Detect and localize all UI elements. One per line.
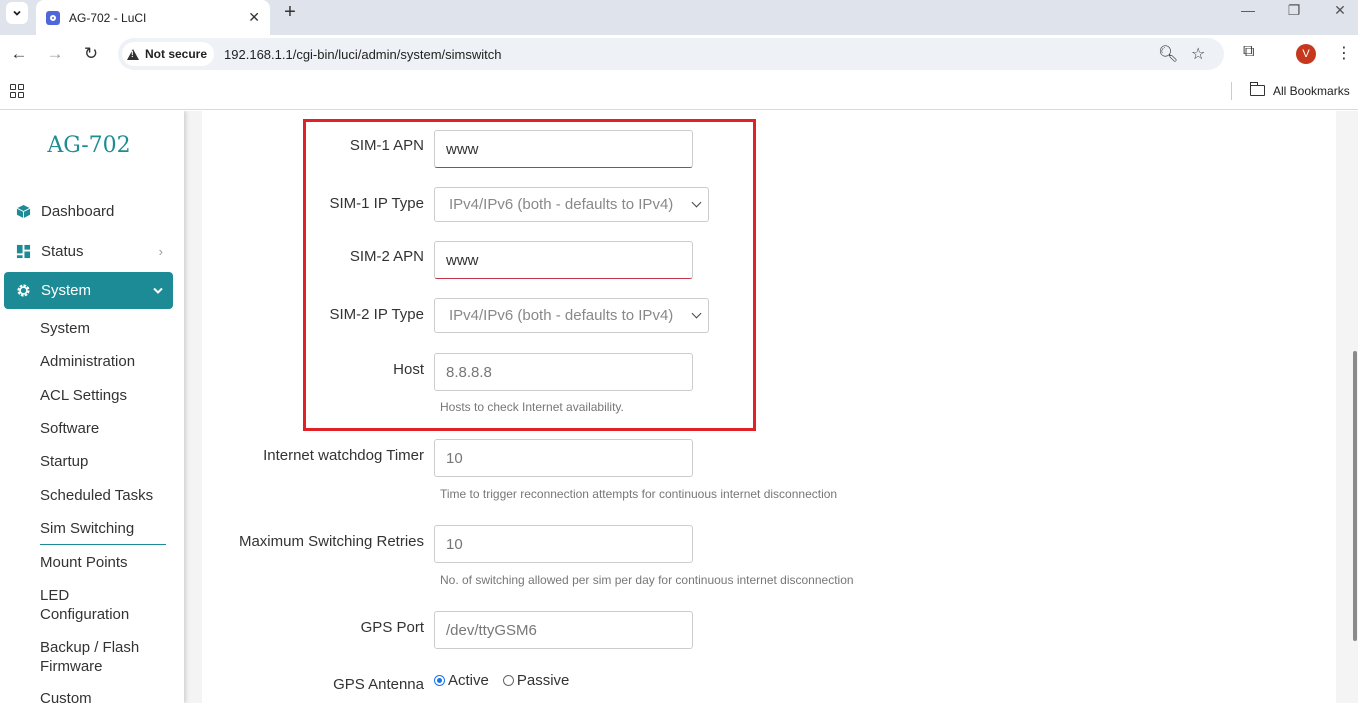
chevron-right-icon: › xyxy=(158,244,163,259)
max-retries-label: Maximum Switching Retries xyxy=(238,533,424,550)
dashboard-grid-icon xyxy=(15,244,31,260)
window-close-icon[interactable]: ✕ xyxy=(1330,2,1350,19)
chevron-down-icon xyxy=(691,197,702,208)
menu-item-status[interactable]: Status › xyxy=(4,233,173,270)
watchdog-input[interactable]: 10 xyxy=(434,439,693,477)
forward-icon[interactable]: → xyxy=(44,43,66,65)
avatar[interactable]: V xyxy=(1296,44,1316,64)
menu-label-dashboard: Dashboard xyxy=(41,203,115,220)
submenu-sim-switching[interactable]: Sim Switching xyxy=(40,519,170,545)
menu-item-dashboard[interactable]: Dashboard xyxy=(4,193,173,230)
menu-label-system: System xyxy=(41,282,92,299)
menu-item-system[interactable]: System xyxy=(4,272,173,309)
submenu-custom[interactable]: Custom xyxy=(40,689,170,703)
gps-port-input[interactable]: /dev/ttyGSM6 xyxy=(434,611,693,649)
brand-logo[interactable]: AG-702 xyxy=(0,133,178,158)
apps-grid-icon[interactable] xyxy=(10,84,24,98)
minimize-icon[interactable]: — xyxy=(1238,2,1258,18)
max-retries-input[interactable]: 10 xyxy=(434,525,693,563)
url-text[interactable]: 192.168.1.1/cgi-bin/luci/admin/system/si… xyxy=(224,47,501,62)
tab-search-button[interactable] xyxy=(6,2,28,24)
max-retries-hint: No. of switching allowed per sim per day… xyxy=(440,573,854,587)
host-hint: Hosts to check Internet availability. xyxy=(440,400,624,414)
watchdog-hint: Time to trigger reconnection attempts fo… xyxy=(440,487,838,501)
menu-label-status: Status xyxy=(41,243,84,260)
zoom-icon[interactable]: 🔍︎ xyxy=(1158,44,1178,64)
all-bookmarks-link[interactable]: All Bookmarks xyxy=(1273,84,1350,98)
back-icon[interactable]: ← xyxy=(8,43,30,65)
security-chip[interactable]: Not secure xyxy=(122,42,215,66)
host-input[interactable]: 8.8.8.8 xyxy=(434,353,693,391)
page-viewport: AG-702 Dashboard Status › System System … xyxy=(0,111,1358,703)
chevron-down-icon xyxy=(691,308,702,319)
gear-icon xyxy=(15,283,31,299)
browser-toolbar: ← → ↻ Not secure 192.168.1.1/cgi-bin/luc… xyxy=(0,35,1358,73)
submenu-acl-settings[interactable]: ACL Settings xyxy=(40,386,170,405)
menu-dots-icon[interactable]: ⋮ xyxy=(1336,43,1352,63)
sim1-ip-type-label: SIM-1 IP Type xyxy=(329,195,425,212)
sim2-ip-type-select[interactable]: IPv4/IPv6 (both - defaults to IPv4) xyxy=(434,298,709,333)
submenu-led-configuration[interactable]: LED Configuration xyxy=(40,586,150,624)
scrollbar-thumb[interactable] xyxy=(1353,351,1357,641)
sim2-apn-input[interactable]: www xyxy=(434,241,693,279)
sim1-apn-input[interactable]: www xyxy=(434,130,693,168)
restore-icon[interactable]: ❐ xyxy=(1284,2,1304,19)
cube-icon xyxy=(15,204,31,220)
chevron-down-icon xyxy=(13,10,21,16)
bookmarks-divider xyxy=(1231,82,1232,100)
sim1-ip-type-value: IPv4/IPv6 (both - defaults to IPv4) xyxy=(449,196,674,213)
sim2-apn-label: SIM-2 APN xyxy=(349,248,424,265)
gps-antenna-passive-label[interactable]: Passive xyxy=(517,672,570,689)
sidebar: AG-702 Dashboard Status › System System … xyxy=(0,111,184,703)
tab-strip: AG-702 - LuCI ✕ + — ❐ ✕ xyxy=(0,0,1358,35)
submenu-startup[interactable]: Startup xyxy=(40,452,170,471)
sim1-ip-type-select[interactable]: IPv4/IPv6 (both - defaults to IPv4) xyxy=(434,187,709,222)
submenu-administration[interactable]: Administration xyxy=(40,352,170,371)
bookmarks-bar: All Bookmarks xyxy=(0,73,1358,110)
gps-port-placeholder: /dev/ttyGSM6 xyxy=(446,621,537,639)
max-retries-placeholder: 10 xyxy=(446,535,463,553)
host-placeholder: 8.8.8.8 xyxy=(446,363,492,381)
submenu-backup-flash-firmware[interactable]: Backup / Flash Firmware xyxy=(40,638,160,676)
submenu-system[interactable]: System xyxy=(40,319,170,338)
gps-port-label: GPS Port xyxy=(360,619,424,636)
submenu-scheduled-tasks[interactable]: Scheduled Tasks xyxy=(40,486,170,505)
security-label: Not secure xyxy=(145,47,208,61)
watchdog-label: Internet watchdog Timer xyxy=(263,447,424,464)
submenu-mount-points[interactable]: Mount Points xyxy=(40,553,170,572)
reload-icon[interactable]: ↻ xyxy=(80,43,102,65)
folder-icon xyxy=(1249,82,1265,96)
new-tab-button[interactable]: + xyxy=(280,1,300,24)
gps-antenna-radio-group: Active Passive xyxy=(434,672,583,689)
chevron-down-icon xyxy=(153,283,163,298)
sim2-ip-type-label: SIM-2 IP Type xyxy=(329,306,425,323)
gps-antenna-passive-radio[interactable] xyxy=(502,675,514,686)
star-icon[interactable]: ☆ xyxy=(1191,44,1205,64)
gps-antenna-label: GPS Antenna xyxy=(333,676,424,693)
address-bar[interactable]: Not secure 192.168.1.1/cgi-bin/luci/admi… xyxy=(118,38,1224,70)
tab-title: AG-702 - LuCI xyxy=(69,10,147,25)
browser-tab[interactable]: AG-702 - LuCI ✕ xyxy=(36,0,270,35)
sim1-apn-label: SIM-1 APN xyxy=(349,137,424,154)
host-label: Host xyxy=(393,361,424,378)
sim2-ip-type-value: IPv4/IPv6 (both - defaults to IPv4) xyxy=(449,307,674,324)
extensions-icon[interactable]: ⧉ xyxy=(1243,43,1254,61)
warning-icon xyxy=(127,48,139,60)
watchdog-placeholder: 10 xyxy=(446,449,463,467)
gps-antenna-active-label[interactable]: Active xyxy=(448,672,489,689)
luci-favicon-icon xyxy=(46,10,60,25)
submenu-software[interactable]: Software xyxy=(40,419,170,438)
gps-antenna-active-radio[interactable] xyxy=(434,675,445,686)
close-icon[interactable]: ✕ xyxy=(248,9,260,26)
